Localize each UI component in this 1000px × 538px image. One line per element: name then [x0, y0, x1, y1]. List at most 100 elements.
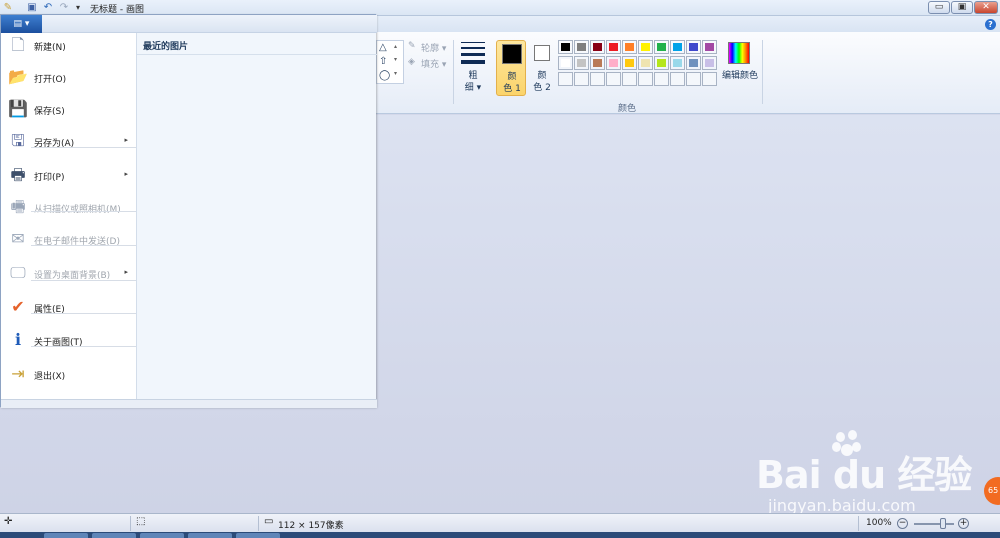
palette-swatch[interactable] [670, 40, 685, 54]
palette-empty-swatch[interactable] [558, 72, 573, 86]
palette-swatch[interactable] [654, 56, 669, 70]
exit-icon: ⇥ [11, 364, 25, 383]
zoom-slider-thumb[interactable] [940, 518, 946, 529]
menu-item-checkmark[interactable]: ✔ 属性(E) [1, 292, 136, 322]
save-icon[interactable]: ▣ [26, 2, 38, 14]
open-folder-icon: 📂 [8, 67, 28, 86]
menu-item-exit[interactable]: ⇥ 退出(X) [1, 359, 136, 389]
menu-separator [31, 346, 136, 347]
printer-icon: 🖶 [10, 165, 26, 184]
palette-empty-swatch[interactable] [606, 72, 621, 86]
restore-button[interactable]: ▣ [951, 1, 973, 14]
submenu-arrow-icon: ▸ [124, 170, 128, 178]
palette-swatch[interactable] [654, 40, 669, 54]
palette-empty-swatch[interactable] [638, 72, 653, 86]
palette-swatch-fill [673, 43, 682, 51]
color2-swatch [534, 45, 550, 61]
gallery-more-icon[interactable]: ▾ [394, 70, 397, 77]
gallery-up-icon[interactable]: ▴ [394, 43, 397, 50]
menu-separator [31, 280, 136, 281]
recent-divider [137, 54, 377, 55]
menu-item-info[interactable]: ℹ 关于画图(T) [1, 325, 136, 355]
zoom-in-button[interactable]: + [958, 518, 969, 529]
palette-swatch-fill [705, 59, 714, 67]
palette-swatch-fill [577, 43, 586, 51]
palette-swatch[interactable] [686, 56, 701, 70]
triangle-shape-icon[interactable]: △ [379, 42, 391, 54]
palette-empty-swatch[interactable] [574, 72, 589, 86]
menu-item-label: 保存(S) [34, 107, 65, 117]
outline-dropdown[interactable]: 轮廓 ▾ [421, 41, 446, 54]
palette-swatch-fill [705, 43, 714, 51]
palette-swatch[interactable] [686, 40, 701, 54]
palette-swatch-fill [625, 43, 634, 51]
palette-swatch[interactable] [590, 40, 605, 54]
arrow-shape-icon[interactable]: ⇧ [379, 56, 391, 68]
zoom-out-button[interactable]: − [897, 518, 908, 529]
palette-swatch[interactable] [574, 56, 589, 70]
palette-swatch[interactable] [702, 40, 717, 54]
customize-quick-access-button[interactable]: ▾ [72, 2, 84, 14]
menu-item-label: 打印(P) [34, 173, 65, 183]
file-menu: ▤ ▾ 🗋 新建(N) 📂 打开(O) 💾 保存(S) 🖫 另存为(A) ▸ 🖶 打印(P) ▸ 🖷 从扫… [0, 14, 377, 408]
palette-swatch[interactable] [558, 56, 573, 70]
palette-empty-swatch[interactable] [702, 72, 717, 86]
taskbar-button[interactable] [92, 533, 136, 538]
palette-swatch[interactable] [574, 40, 589, 54]
palette-swatch[interactable] [670, 56, 685, 70]
palette-swatch[interactable] [622, 56, 637, 70]
palette-swatch[interactable] [638, 56, 653, 70]
undo-icon[interactable]: ↶ [42, 2, 54, 14]
redo-icon[interactable]: ↷ [58, 2, 70, 14]
watermark: Bai du 经验 jingyan.baidu.com [746, 430, 996, 520]
zoom-slider-track[interactable] [914, 523, 954, 525]
edit-colors-button[interactable]: 编辑颜色 [720, 40, 760, 88]
thickness-button[interactable]: 粗 细 ▾ [458, 40, 488, 96]
thickness-line-thin [461, 42, 485, 43]
palette-swatch-fill [657, 59, 666, 67]
taskbar-button[interactable] [140, 533, 184, 538]
palette-empty-swatch[interactable] [654, 72, 669, 86]
color2-button[interactable]: 颜 色 2 [527, 40, 557, 96]
shapes-gallery[interactable]: △ ⇧ ◯ ▴ ▾ ▾ [376, 40, 404, 84]
palette-swatch[interactable] [606, 56, 621, 70]
fill-dropdown[interactable]: 填充 ▾ [421, 57, 446, 70]
menu-item-open-folder[interactable]: 📂 打开(O) [1, 62, 136, 92]
menu-item-save[interactable]: 💾 保存(S) [1, 94, 136, 124]
paint-app-icon[interactable]: ✎ [2, 2, 14, 14]
palette-empty-swatch[interactable] [686, 72, 701, 86]
palette-swatch[interactable] [622, 40, 637, 54]
color1-label-2: 色 1 [503, 84, 521, 94]
status-bar: ✛ ⬚ ▭ 112 × 157像素 100% − + [0, 513, 1000, 532]
palette-swatch[interactable] [558, 40, 573, 54]
palette-swatch-fill [689, 43, 698, 51]
close-button[interactable]: ✕ [974, 1, 998, 14]
taskbar-button[interactable] [44, 533, 88, 538]
thickness-line-thick [461, 53, 485, 56]
taskbar-button[interactable] [236, 533, 280, 538]
palette-swatch[interactable] [702, 56, 717, 70]
palette-swatch[interactable] [590, 56, 605, 70]
file-menu-commands: 🗋 新建(N) 📂 打开(O) 💾 保存(S) 🖫 另存为(A) ▸ 🖶 打印(P) ▸ 🖷 从扫描仪或照… [1, 33, 136, 399]
palette-swatch[interactable] [638, 40, 653, 54]
help-icon[interactable]: ? [985, 19, 996, 30]
color1-swatch [502, 44, 522, 64]
palette-swatch-fill [561, 43, 570, 51]
minimize-button[interactable]: ▭ [928, 1, 950, 14]
palette-empty-swatch[interactable] [670, 72, 685, 86]
gallery-down-icon[interactable]: ▾ [394, 56, 397, 63]
menu-separator [31, 147, 136, 148]
color1-button[interactable]: 颜 色 1 [496, 40, 526, 96]
menu-item-new-file[interactable]: 🗋 新建(N) [1, 30, 136, 60]
palette-empty-swatch[interactable] [622, 72, 637, 86]
palette-swatch-fill [641, 43, 650, 51]
palette-swatch[interactable] [606, 40, 621, 54]
desktop-background-icon: 🖵 [10, 263, 26, 282]
menu-item-printer[interactable]: 🖶 打印(P) ▸ [1, 160, 136, 190]
palette-empty-swatch[interactable] [590, 72, 605, 86]
watermark-main: Bai du 经验 [756, 453, 972, 497]
menu-item-save-as[interactable]: 🖫 另存为(A) ▸ [1, 126, 136, 156]
taskbar-button[interactable] [188, 533, 232, 538]
callout-shape-icon[interactable]: ◯ [379, 70, 391, 82]
save-icon: 💾 [8, 99, 28, 118]
